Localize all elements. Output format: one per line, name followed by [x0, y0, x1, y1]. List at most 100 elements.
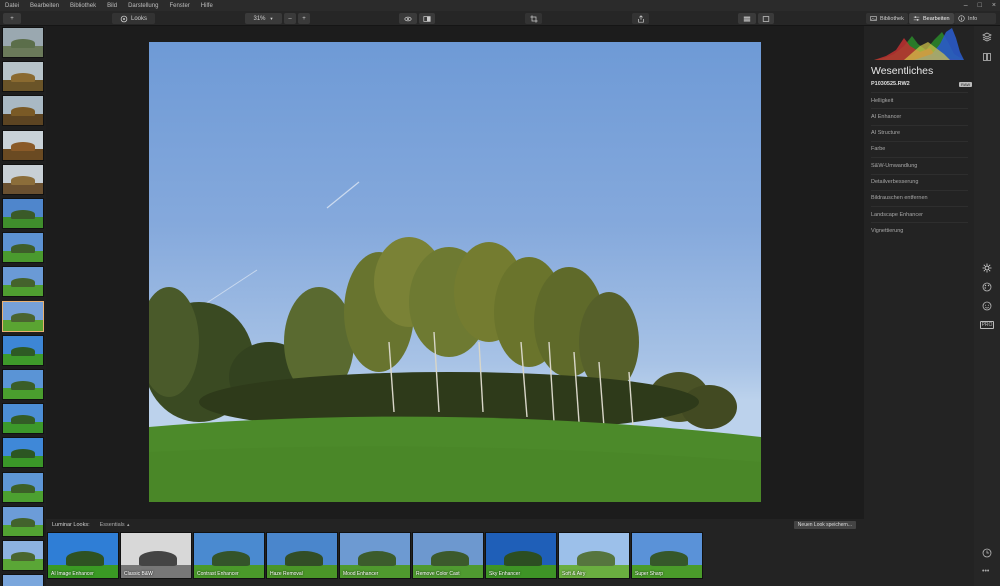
look-preset[interactable]: AI Image Enhancer — [47, 532, 119, 579]
adjust-icon — [983, 53, 991, 61]
filmstrip-thumbnail[interactable] — [2, 61, 44, 92]
filmstrip-thumbnail[interactable] — [2, 27, 44, 58]
layers-button[interactable] — [982, 32, 992, 42]
menu-fenster[interactable]: Fenster — [164, 3, 195, 9]
tool-item[interactable]: Farbe — [871, 140, 968, 157]
looks-category-select[interactable]: Essentials ▲ — [100, 522, 131, 528]
plus-icon: + — [10, 15, 14, 22]
filmstrip-thumbnail[interactable] — [2, 403, 44, 434]
look-preset[interactable]: Remove Color Cast — [412, 532, 484, 579]
look-preset[interactable]: Mood Enhancer — [339, 532, 411, 579]
menu-datei[interactable]: Datei — [0, 3, 25, 9]
thumbnail-trees — [11, 176, 35, 185]
thumbnail-trees — [11, 313, 35, 322]
menu-bearbeiten[interactable]: Bearbeiten — [25, 3, 65, 9]
history-button[interactable] — [982, 548, 992, 558]
minimize-button[interactable]: – — [964, 2, 968, 9]
tab-bibliothek[interactable]: Bibliothek — [866, 13, 908, 24]
filmstrip-thumbnail[interactable] — [2, 335, 44, 366]
filmstrip-thumbnail[interactable] — [2, 130, 44, 161]
menu-bibliothek[interactable]: Bibliothek — [65, 3, 102, 9]
thumbnail-trees — [11, 415, 35, 424]
thumbnail-sky — [3, 575, 43, 586]
menu-hilfe[interactable]: Hilfe — [196, 3, 219, 9]
histogram — [874, 28, 964, 60]
crop-button[interactable] — [525, 13, 542, 24]
filmstrip-thumbnail[interactable] — [2, 574, 44, 586]
filmstrip-thumbnail[interactable] — [2, 164, 44, 195]
tool-item[interactable]: Detailverbesserung — [871, 173, 968, 190]
chevron-down-icon: ▼ — [269, 16, 274, 21]
close-button[interactable]: × — [992, 2, 996, 9]
plus-icon: + — [302, 15, 306, 22]
zoom-select[interactable]: 31% ▼ — [245, 13, 282, 24]
look-trees — [284, 551, 323, 567]
file-name: P1030525.RW2 — [871, 81, 910, 87]
look-name: Classic B&W — [124, 571, 153, 577]
library-icon — [870, 16, 877, 21]
filmstrip-thumbnail[interactable] — [2, 301, 44, 332]
filmstrip-thumbnail[interactable] — [2, 266, 44, 297]
look-preset[interactable]: Soft & Airy — [558, 532, 630, 579]
look-preset[interactable]: Contrast Enhancer — [193, 532, 265, 579]
filmstrip-thumbnail[interactable] — [2, 540, 44, 571]
looks-category-value: Essentials — [99, 522, 125, 528]
look-name: Mood Enhancer — [343, 571, 379, 577]
zoom-out-button[interactable]: – — [284, 13, 296, 24]
save-new-look-button[interactable]: Neuen Look speichern... — [793, 521, 856, 529]
crop-icon — [529, 14, 538, 23]
maximize-button[interactable]: □ — [978, 2, 982, 9]
main-photo[interactable] — [149, 42, 761, 502]
share-button[interactable] — [632, 13, 649, 24]
filmstrip-thumbnail[interactable] — [2, 437, 44, 468]
compare-button[interactable] — [419, 13, 435, 24]
filmstrip-thumbnail[interactable] — [2, 198, 44, 229]
tab-bearbeiten[interactable]: Bearbeiten — [909, 13, 954, 24]
thumbnail-trees — [11, 552, 35, 561]
filmstrip-thumbnail[interactable] — [2, 95, 44, 126]
sliders-icon — [913, 16, 920, 21]
zoom-value: 31% — [253, 15, 266, 22]
portrait-button[interactable] — [982, 301, 992, 311]
creative-button[interactable] — [982, 282, 992, 292]
thumbnail-trees — [11, 107, 35, 116]
look-preset[interactable]: Sky Enhancer — [485, 532, 557, 579]
thumbnail-trees — [11, 278, 35, 287]
menu-bild[interactable]: Bild — [102, 3, 123, 9]
preview-toggle-button[interactable] — [399, 13, 417, 24]
eye-icon — [404, 16, 412, 21]
tab-info[interactable]: Info — [954, 13, 996, 24]
look-preset[interactable]: Haze Removal — [266, 532, 338, 579]
single-view-button[interactable] — [758, 13, 774, 24]
tool-item[interactable]: S&W-Umwandlung — [871, 157, 968, 173]
add-images-button[interactable]: + — [3, 13, 21, 24]
more-options-button[interactable]: ••• — [982, 568, 989, 575]
filmstrip-thumbnail[interactable] — [2, 369, 44, 400]
tool-item[interactable]: AI Structure — [871, 124, 968, 141]
photo-landscape-illustration — [149, 181, 761, 502]
filmstrip — [0, 26, 46, 586]
tool-item[interactable]: Vignettierung — [871, 222, 968, 238]
tool-item[interactable]: Helligkeit — [871, 92, 968, 108]
look-preset[interactable]: Super Sharp — [631, 532, 703, 579]
history-panel-button[interactable] — [982, 52, 992, 62]
raw-badge: RAW — [959, 82, 973, 87]
filmstrip-thumbnail[interactable] — [2, 232, 44, 263]
tool-item[interactable]: Landscape Enhancer — [871, 206, 968, 222]
essentials-button[interactable] — [982, 263, 992, 273]
tool-item[interactable]: Bildrauschen entfernen — [871, 189, 968, 206]
top-toolbar: + Looks 31% ▼ – + Bibliothek Bearbeiten … — [0, 11, 1000, 26]
looks-button[interactable]: Looks — [112, 13, 155, 24]
looks-label: Looks — [130, 15, 147, 22]
filmstrip-thumbnail[interactable] — [2, 472, 44, 503]
tool-item[interactable]: AI Enhancer — [871, 108, 968, 124]
zoom-in-button[interactable]: + — [298, 13, 310, 24]
menu-darstellung[interactable]: Darstellung — [123, 3, 164, 9]
look-preset[interactable]: Classic B&W — [120, 532, 192, 579]
pro-button[interactable]: PRO — [979, 320, 995, 330]
look-trees — [211, 551, 250, 567]
filmstrip-thumbnail[interactable] — [2, 506, 44, 537]
look-name: Remove Color Cast — [416, 571, 460, 577]
thumbnail-trees — [11, 518, 35, 527]
filmstrip-view-button[interactable] — [738, 13, 756, 24]
